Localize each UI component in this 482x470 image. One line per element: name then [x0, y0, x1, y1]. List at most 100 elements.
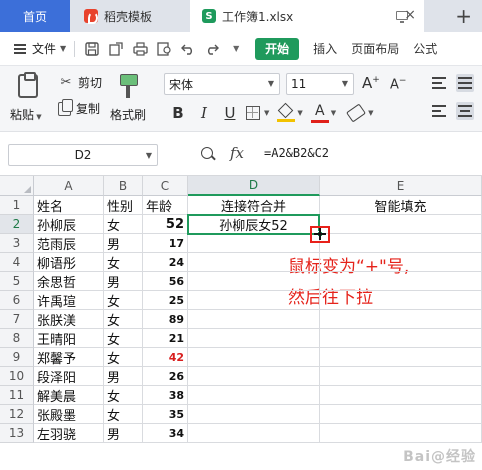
- cell-c3[interactable]: 17: [143, 234, 188, 253]
- cell-e11[interactable]: [320, 386, 482, 405]
- copy-button[interactable]: 复制: [58, 98, 100, 117]
- row-header-6[interactable]: 6: [0, 291, 34, 310]
- cell-c10[interactable]: 26: [143, 367, 188, 386]
- tab-insert[interactable]: 插入: [313, 40, 337, 57]
- zoom-icon[interactable]: [201, 147, 213, 159]
- cell-e9[interactable]: [320, 348, 482, 367]
- cell-c5[interactable]: 56: [143, 272, 188, 291]
- cell-e7[interactable]: [320, 310, 482, 329]
- row-header-13[interactable]: 13: [0, 424, 34, 443]
- cell-e4[interactable]: [320, 253, 482, 272]
- font-color-icon[interactable]: A: [310, 103, 329, 123]
- tab-formula[interactable]: 公式: [413, 40, 437, 57]
- column-header-d[interactable]: D: [188, 176, 320, 196]
- row-header-2[interactable]: 2: [0, 215, 34, 234]
- bold-button[interactable]: B: [168, 102, 188, 124]
- cell-c4[interactable]: 24: [143, 253, 188, 272]
- increase-font-button[interactable]: A+: [362, 74, 380, 92]
- tab-home[interactable]: 首页: [0, 0, 70, 32]
- cell-b1[interactable]: 性别: [104, 196, 143, 215]
- italic-button[interactable]: I: [194, 102, 214, 124]
- row-header-11[interactable]: 11: [0, 386, 34, 405]
- cell-a13[interactable]: 左羽骁: [34, 424, 104, 443]
- row-header-12[interactable]: 12: [0, 405, 34, 424]
- cell-e13[interactable]: [320, 424, 482, 443]
- row-header-8[interactable]: 8: [0, 329, 34, 348]
- undo-icon[interactable]: [179, 40, 197, 58]
- cell-d6[interactable]: [188, 291, 320, 310]
- cell-c2[interactable]: 52: [143, 215, 188, 234]
- cell-a5[interactable]: 余思哲: [34, 272, 104, 291]
- cell-d7[interactable]: [188, 310, 320, 329]
- underline-button[interactable]: U: [220, 102, 240, 124]
- format-painter-button[interactable]: 格式刷: [110, 72, 152, 124]
- cell-d5[interactable]: [188, 272, 320, 291]
- cell-a12[interactable]: 张殿墨: [34, 405, 104, 424]
- row-header-5[interactable]: 5: [0, 272, 34, 291]
- cell-a3[interactable]: 范雨辰: [34, 234, 104, 253]
- cell-d11[interactable]: [188, 386, 320, 405]
- cell-b6[interactable]: 女: [104, 291, 143, 310]
- chevron-down-icon[interactable]: ▼: [297, 109, 302, 117]
- cell-b3[interactable]: 男: [104, 234, 143, 253]
- formula-input[interactable]: =A2&B2&C2: [264, 146, 329, 160]
- cell-b10[interactable]: 男: [104, 367, 143, 386]
- tab-start[interactable]: 开始: [255, 37, 300, 60]
- select-all-corner[interactable]: [0, 176, 34, 196]
- row-header-1[interactable]: 1: [0, 196, 34, 215]
- decrease-font-button[interactable]: A−: [390, 76, 406, 92]
- tab-page-layout[interactable]: 页面布局: [351, 40, 399, 57]
- cell-c13[interactable]: 34: [143, 424, 188, 443]
- cell-d12[interactable]: [188, 405, 320, 424]
- align-center-icon[interactable]: [456, 102, 474, 120]
- cell-b12[interactable]: 女: [104, 405, 143, 424]
- cell-d9[interactable]: [188, 348, 320, 367]
- cell-b4[interactable]: 女: [104, 253, 143, 272]
- row-header-7[interactable]: 7: [0, 310, 34, 329]
- cell-c7[interactable]: 89: [143, 310, 188, 329]
- close-tab-icon[interactable]: ×: [404, 7, 416, 23]
- paste-button[interactable]: 粘贴 ▼: [10, 72, 46, 124]
- column-header-a[interactable]: A: [34, 176, 104, 196]
- row-header-10[interactable]: 10: [0, 367, 34, 386]
- cell-e5[interactable]: [320, 272, 482, 291]
- cell-e10[interactable]: [320, 367, 482, 386]
- cell-d3[interactable]: [188, 234, 320, 253]
- preview-icon[interactable]: [155, 40, 173, 58]
- cell-a4[interactable]: 柳语彤: [34, 253, 104, 272]
- fill-color-icon[interactable]: [277, 102, 296, 122]
- spreadsheet-grid[interactable]: 鼠标变为“+"号, 然后往下拉 Bai@经验 A B C D E 1 姓名 性别 年龄 连接符合并…: [0, 176, 482, 470]
- cell-b5[interactable]: 男: [104, 272, 143, 291]
- name-box[interactable]: D2 ▼: [8, 144, 158, 166]
- cell-b2[interactable]: 女: [104, 215, 143, 234]
- cell-b7[interactable]: 女: [104, 310, 143, 329]
- row-header-9[interactable]: 9: [0, 348, 34, 367]
- menu-icon[interactable]: [14, 43, 26, 54]
- cell-b13[interactable]: 男: [104, 424, 143, 443]
- column-header-e[interactable]: E: [320, 176, 482, 196]
- column-header-b[interactable]: B: [104, 176, 143, 196]
- chevron-down-icon[interactable]: ▼: [331, 109, 336, 117]
- cell-d13[interactable]: [188, 424, 320, 443]
- column-header-c[interactable]: C: [143, 176, 188, 196]
- cell-d2[interactable]: 孙柳辰女52: [188, 215, 320, 234]
- tab-workbook[interactable]: S 工作簿1.xlsx ×: [190, 0, 424, 32]
- cell-c12[interactable]: 35: [143, 405, 188, 424]
- cell-d8[interactable]: [188, 329, 320, 348]
- font-name-select[interactable]: 宋体 ▼: [164, 73, 280, 95]
- cell-e3[interactable]: [320, 234, 482, 253]
- print-icon[interactable]: [131, 40, 149, 58]
- row-header-4[interactable]: 4: [0, 253, 34, 272]
- cell-e1[interactable]: 智能填充: [320, 196, 482, 215]
- chevron-down-icon[interactable]: ▼: [264, 109, 269, 117]
- cut-button[interactable]: ✂ 剪切: [58, 74, 102, 91]
- cell-d1[interactable]: 连接符合并: [188, 196, 320, 215]
- cell-a9[interactable]: 郑馨予: [34, 348, 104, 367]
- cell-c11[interactable]: 38: [143, 386, 188, 405]
- border-icon[interactable]: [246, 106, 260, 120]
- cell-c9[interactable]: 42: [143, 348, 188, 367]
- cell-b8[interactable]: 女: [104, 329, 143, 348]
- file-menu[interactable]: 文件 ▼: [32, 40, 66, 57]
- cell-e6[interactable]: [320, 291, 482, 310]
- cell-e12[interactable]: [320, 405, 482, 424]
